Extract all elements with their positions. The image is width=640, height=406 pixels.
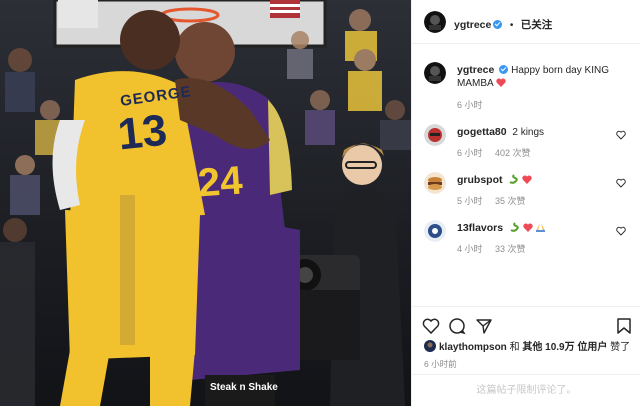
snake-emoji-icon [509, 174, 519, 184]
separator-dot: • [509, 20, 514, 31]
comment-time: 4 小时 [457, 244, 483, 254]
likes-others[interactable]: 其他 10.9万 位用户 [522, 342, 607, 353]
post-header: ygtrece • 已关注 [412, 0, 640, 44]
likes-summary: klaythompson 和 其他 10.9万 位用户 赞了 [424, 338, 630, 353]
comments-disabled-notice: 这篇帖子限制评论了。 [412, 374, 640, 406]
commenter-username[interactable]: grubspot [457, 174, 503, 186]
comment-like-heart-icon[interactable] [616, 226, 626, 236]
caption-username[interactable]: ygtrece [457, 64, 494, 76]
commenter-avatar[interactable] [424, 220, 446, 242]
caption-meta: 6 小时 [457, 98, 493, 111]
commenter-username[interactable]: gogetta80 [457, 126, 507, 138]
comment-like-heart-icon[interactable] [616, 178, 626, 188]
comment-meta: 4 小时 33 次赞 [457, 242, 536, 255]
caption-text: ygtrece Happy born day KING MAMBA [457, 64, 625, 90]
post-photo[interactable]: GEORGE 13 24 Steak n Shake [0, 0, 411, 406]
author-username[interactable]: ygtrece [454, 19, 491, 31]
verified-badge-icon [499, 65, 509, 74]
comment-time: 5 小时 [457, 196, 483, 206]
heart-outline-icon[interactable] [422, 317, 440, 335]
red-heart-emoji-icon [523, 223, 533, 232]
likes-conjunction: 和 [509, 342, 520, 353]
comment-like-heart-icon[interactable] [616, 130, 626, 140]
comment-text: 13flavors [457, 222, 625, 235]
bookmark-icon[interactable] [615, 317, 633, 335]
liker-username[interactable]: klaythompson [439, 342, 507, 353]
snake-emoji-icon [510, 222, 519, 232]
share-icon[interactable] [475, 317, 493, 335]
jersey-number-lakers: 24 [196, 158, 244, 206]
comment-meta: 6 小时 402 次赞 [457, 146, 541, 159]
sponsor-sign: Steak n Shake [210, 382, 278, 393]
comment-meta: 5 小时 35 次赞 [457, 194, 536, 207]
comment-time: 6 小时 [457, 148, 483, 158]
liker-avatar[interactable] [424, 340, 436, 352]
comment-likes[interactable]: 33 次赞 [495, 244, 526, 254]
caption-avatar[interactable] [424, 62, 446, 84]
follow-button[interactable]: 已关注 [521, 19, 553, 31]
comment-icon[interactable] [448, 317, 466, 335]
red-heart-emoji-icon [496, 78, 506, 87]
comment-body: 2 kings [512, 127, 545, 138]
author-avatar[interactable] [424, 11, 446, 33]
commenter-avatar[interactable] [424, 124, 446, 146]
comment-likes[interactable]: 402 次赞 [495, 148, 531, 158]
post-side-panel: ygtrece • 已关注 ygtrece Happy born day KIN… [411, 0, 640, 406]
post-timestamp[interactable]: 6 小时前 [424, 358, 457, 370]
verified-badge-icon [493, 20, 503, 29]
comment-text: grubspot [457, 174, 625, 187]
comment-likes[interactable]: 35 次赞 [495, 196, 526, 206]
commenter-avatar[interactable] [424, 172, 446, 194]
red-heart-emoji-icon [522, 175, 532, 184]
likes-suffix: 赞了 [610, 342, 631, 353]
caption-time: 6 小时 [457, 100, 483, 110]
praying-hands-emoji-icon [536, 223, 546, 232]
comment-text: gogetta80 2 kings [457, 126, 625, 139]
commenter-username[interactable]: 13flavors [457, 222, 503, 234]
jersey-number: 13 [115, 105, 170, 160]
